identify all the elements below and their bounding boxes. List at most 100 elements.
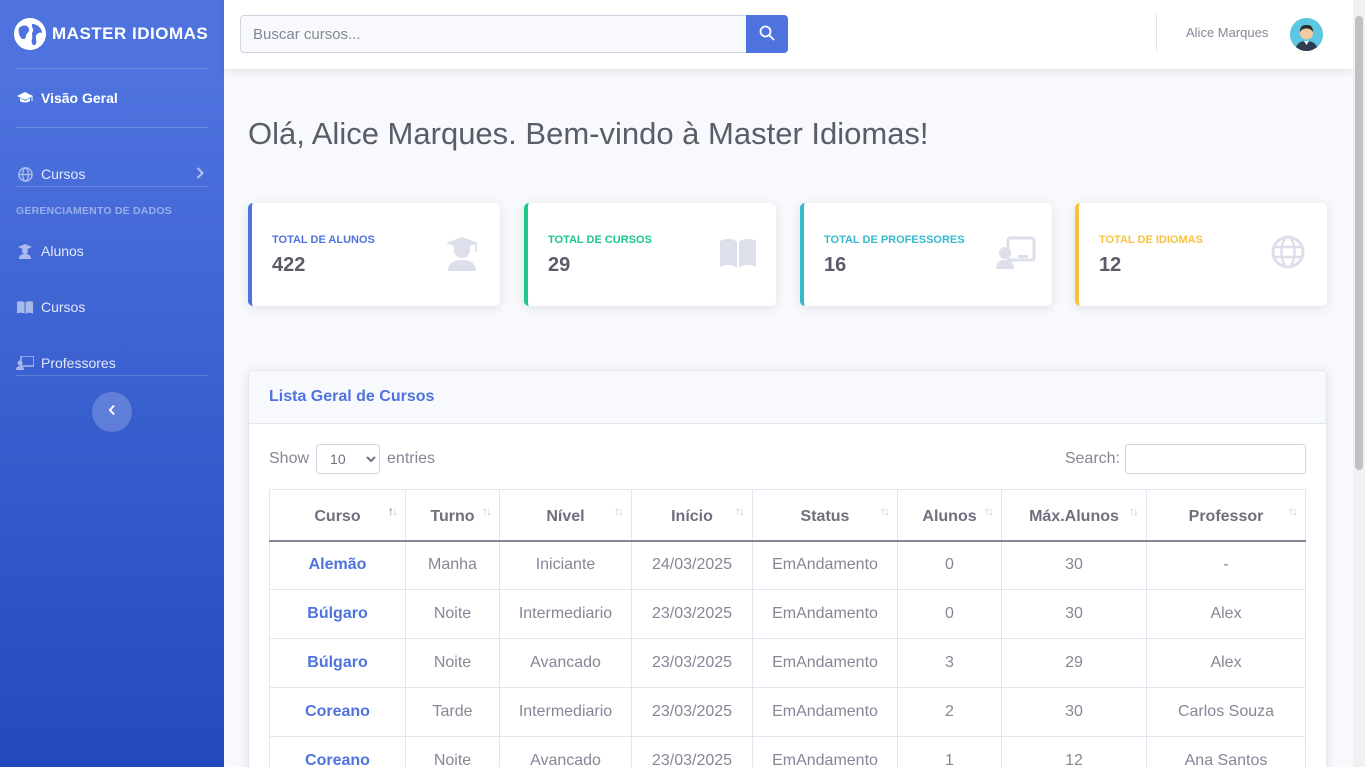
sort-icon: ↑↓ [1129, 504, 1139, 518]
search-input[interactable] [240, 15, 746, 53]
stat-card-professores: TOTAL DE PROFESSORES 16 [800, 203, 1052, 306]
column-header-nivel[interactable]: Nível ↑↓ [499, 489, 632, 542]
cell-max-alunos: 12 [1001, 736, 1147, 767]
cell-max-alunos: 30 [1001, 687, 1147, 737]
cell-turno: Noite [405, 736, 500, 767]
sidebar-item-overview[interactable]: Visão Geral [0, 69, 224, 127]
column-header-turno[interactable]: Turno ↑↓ [405, 489, 500, 542]
sort-icon: ↑↓ [735, 504, 745, 518]
cell-professor: - [1146, 540, 1306, 590]
column-header-status[interactable]: Status ↑↓ [752, 489, 898, 542]
chevron-right-icon [196, 166, 204, 182]
sidebar-item-alunos[interactable]: Alunos [0, 223, 224, 279]
topbar: Alice Marques [224, 0, 1353, 69]
sidebar-item-cursos[interactable]: Cursos [0, 279, 224, 335]
entries-control: Show 10 entries [269, 444, 435, 474]
cell-turno: Noite [405, 638, 500, 688]
column-header-label: Alunos [922, 507, 977, 525]
graduation-cap-icon [16, 90, 34, 106]
course-link[interactable]: Búlgaro [269, 638, 406, 688]
column-header-curso[interactable]: Curso ↑↓ [269, 489, 406, 542]
avatar[interactable] [1290, 18, 1323, 51]
stat-label: TOTAL DE CURSOS [548, 234, 652, 246]
table-search-input[interactable] [1125, 444, 1306, 474]
user-name[interactable]: Alice Marques [1186, 25, 1268, 40]
cell-alunos: 3 [897, 638, 1002, 688]
sort-icon: ↑↓ [1288, 504, 1298, 518]
user-graduate-icon [16, 243, 34, 259]
cell-inicio: 24/03/2025 [631, 540, 753, 590]
page-title: Olá, Alice Marques. Bem-vindo à Master I… [248, 116, 929, 151]
book-icon [16, 299, 34, 315]
stat-label: TOTAL DE IDIOMAS [1099, 234, 1203, 246]
cell-turno: Tarde [405, 687, 500, 737]
sidebar: MASTER IDIOMAS Visão Geral Cursos GERENC… [0, 0, 224, 767]
course-link[interactable]: Búlgaro [269, 589, 406, 639]
globe-icon [1271, 235, 1307, 271]
sort-icon: ↑↓ [984, 504, 994, 518]
globe-logo-icon [14, 18, 46, 50]
stat-value: 422 [272, 254, 306, 276]
entries-select[interactable]: 10 [316, 444, 381, 474]
cell-turno: Manha [405, 540, 500, 590]
topbar-divider [1156, 14, 1157, 52]
column-header-professor[interactable]: Professor ↑↓ [1146, 489, 1306, 542]
table-row: Búlgaro Noite Intermediario 23/03/2025 E… [269, 589, 1306, 639]
column-header-label: Início [671, 507, 713, 525]
column-header-label: Status [800, 507, 850, 525]
column-header-label: Nível [546, 507, 585, 525]
stat-card-cursos: TOTAL DE CURSOS 29 [524, 203, 776, 306]
cell-status: EmAndamento [752, 638, 898, 688]
course-link[interactable]: Alemão [269, 540, 406, 590]
sidebar-item-professores[interactable]: Professores [0, 335, 224, 391]
column-header-label: Professor [1188, 507, 1264, 525]
sidebar-item-cursos-menu[interactable]: Cursos [0, 146, 224, 202]
cell-inicio: 23/03/2025 [631, 736, 753, 767]
table-row: Alemão Manha Iniciante 24/03/2025 EmAnda… [269, 540, 1306, 590]
course-link[interactable]: Coreano [269, 736, 406, 767]
brand[interactable]: MASTER IDIOMAS [0, 0, 224, 68]
chalkboard-teacher-icon [16, 355, 34, 371]
stat-card-alunos: TOTAL DE ALUNOS 422 [248, 203, 500, 306]
table-row: Búlgaro Noite Avancado 23/03/2025 EmAnda… [269, 638, 1306, 688]
column-header-inicio[interactable]: Início ↑↓ [631, 489, 753, 542]
sort-icon: ↑↓ [880, 504, 890, 518]
cell-status: EmAndamento [752, 589, 898, 639]
cell-alunos: 0 [897, 540, 1002, 590]
cell-inicio: 23/03/2025 [631, 638, 753, 688]
cell-max-alunos: 29 [1001, 638, 1147, 688]
column-header-max-alunos[interactable]: Máx.Alunos ↑↓ [1001, 489, 1147, 542]
table-row: Coreano Noite Avancado 23/03/2025 EmAnda… [269, 736, 1306, 767]
cell-alunos: 2 [897, 687, 1002, 737]
cell-professor: Carlos Souza [1146, 687, 1306, 737]
course-link[interactable]: Coreano [269, 687, 406, 737]
column-header-label: Turno [430, 507, 475, 525]
sidebar-item-label: Professores [41, 355, 116, 371]
sidebar-item-label: Alunos [41, 243, 84, 259]
stat-value: 16 [824, 254, 847, 276]
table-search: Search: [1065, 444, 1306, 474]
cell-professor: Alex [1146, 589, 1306, 639]
card-title: Lista Geral de Cursos [249, 371, 1326, 424]
stat-label: TOTAL DE PROFESSORES [824, 234, 965, 246]
stat-value: 12 [1099, 254, 1122, 276]
brand-name: MASTER IDIOMAS [52, 24, 209, 43]
scrollbar-thumb[interactable] [1355, 16, 1363, 470]
sidebar-item-label: Cursos [41, 166, 86, 182]
stat-value: 29 [548, 254, 571, 276]
search-button[interactable] [746, 15, 788, 53]
cell-max-alunos: 30 [1001, 540, 1147, 590]
cell-status: EmAndamento [752, 540, 898, 590]
courses-table: Curso ↑↓ Turno ↑↓ Nível ↑↓ Início ↑↓ Status ↑… [269, 489, 1306, 767]
search-icon [759, 25, 775, 44]
column-header-alunos[interactable]: Alunos ↑↓ [897, 489, 1002, 542]
sidebar-item-label: Visão Geral [41, 90, 118, 106]
table-row: Coreano Tarde Intermediario 23/03/2025 E… [269, 687, 1306, 737]
cell-inicio: 23/03/2025 [631, 687, 753, 737]
table-header-row: Curso ↑↓ Turno ↑↓ Nível ↑↓ Início ↑↓ Status ↑… [269, 489, 1306, 542]
cell-status: EmAndamento [752, 736, 898, 767]
page-scrollbar[interactable] [1353, 0, 1365, 767]
cell-turno: Noite [405, 589, 500, 639]
sidebar-toggle-button[interactable] [92, 392, 132, 432]
cell-inicio: 23/03/2025 [631, 589, 753, 639]
